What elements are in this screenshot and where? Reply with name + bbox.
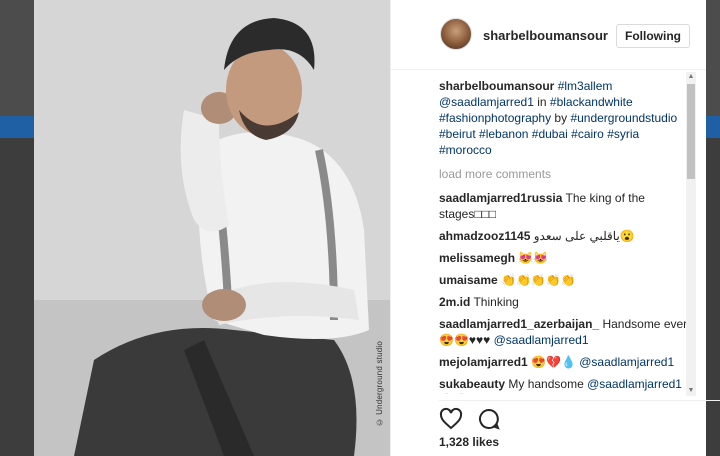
header-username[interactable]: sharbelboumansour [483,28,608,43]
post-photo: © Underground studio [34,0,390,456]
comment-item: saadlamjarred1_azerbaijan_ Handsome ever… [439,316,689,348]
post-modal: © Underground studio sharbelboumansour F… [34,0,720,456]
post-header: sharbelboumansour Following [391,0,706,70]
comment-items: saadlamjarred1russia The king of the sta… [439,190,689,394]
hashtag-link[interactable]: @saadlamjarred1 [439,95,534,109]
comment-item: mejolamjarred1 😍💔💧 @saadlamjarred1 [439,354,689,370]
comment-text: Thinking [473,295,519,309]
comment-item: 2m.id Thinking [439,294,689,310]
hashtag-link[interactable]: #cairo [571,127,604,141]
comment-item: melissamegh 😻😻 [439,250,689,266]
comment-username[interactable]: melissamegh [439,251,515,265]
comment-username[interactable]: 2m.id [439,295,470,309]
caption-username[interactable]: sharbelboumansour [439,79,554,93]
comment-text: 😻😻 [518,251,549,265]
comment-item: saadlamjarred1russia The king of the sta… [439,190,689,222]
hashtag-link[interactable]: #lebanon [479,127,528,141]
post-side-panel: sharbelboumansour Following sharbelbouma… [390,0,720,456]
comment-username[interactable]: mejolamjarred1 [439,355,528,369]
comment-username[interactable]: ahmadzooz1145 [439,229,530,243]
caption: sharbelboumansour #lm3allem @saadlamjarr… [439,78,689,158]
comment-text: by [551,111,571,125]
comments-scrollbar[interactable]: ▲ ▼ [686,72,696,396]
hashtag-link[interactable]: #beirut [439,127,476,141]
hashtag-link[interactable]: #fashionphotography [439,111,551,125]
comment-item: ahmadzooz1145 ياقلبي على سعدو😮 [439,228,689,244]
hashtag-link[interactable]: #blackandwhite [550,95,633,109]
comments-list: sharbelboumansour #lm3allem @saadlamjarr… [439,78,689,394]
post-actions: 1,328 likes [439,400,720,449]
hashtag-link[interactable]: #syria [607,127,639,141]
heart-icon[interactable] [439,407,463,431]
hashtag-link[interactable]: #dubai [532,127,568,141]
hashtag-link[interactable]: @saadlamjarred1 [579,355,674,369]
comment-icon[interactable] [477,407,501,431]
hashtag-link[interactable]: @saadlamjarred1 [587,377,682,391]
scroll-thumb[interactable] [687,84,695,179]
comment-text: in [533,95,550,109]
comment-text: 😍💔💧 [531,355,580,369]
comment-item: umaisame 👏👏👏👏👏 [439,272,689,288]
comment-text: My handsome [508,377,588,391]
scroll-down-icon[interactable]: ▼ [686,386,696,396]
comment-username[interactable]: saadlamjarred1_azerbaijan_ [439,317,599,331]
comment-username[interactable]: sukabeauty [439,377,505,391]
comment-text: ياقلبي على سعدو😮 [533,229,635,243]
comment-username[interactable]: saadlamjarred1russia [439,191,562,205]
hashtag-link[interactable]: #lm3allem [558,79,613,93]
avatar[interactable] [440,18,472,50]
hashtag-link[interactable]: #morocco [439,143,492,157]
comment-item: sukabeauty My handsome @saadlamjarred1 😍… [439,376,689,394]
comment-username[interactable]: umaisame [439,273,498,287]
photo-credit: © Underground studio [375,340,384,427]
scroll-up-icon[interactable]: ▲ [686,72,696,82]
action-icons [439,407,501,431]
following-button[interactable]: Following [616,24,690,48]
comment-text: 👏👏👏👏👏 [501,273,576,287]
photo-illustration [34,0,390,456]
hashtag-link[interactable]: #undergroundstudio [570,111,677,125]
likes-count[interactable]: 1,328 likes [439,435,499,449]
load-more-comments[interactable]: load more comments [439,166,689,182]
comment-text: 😍😍 [439,393,469,394]
hashtag-link[interactable]: @saadlamjarred1 [494,333,589,347]
